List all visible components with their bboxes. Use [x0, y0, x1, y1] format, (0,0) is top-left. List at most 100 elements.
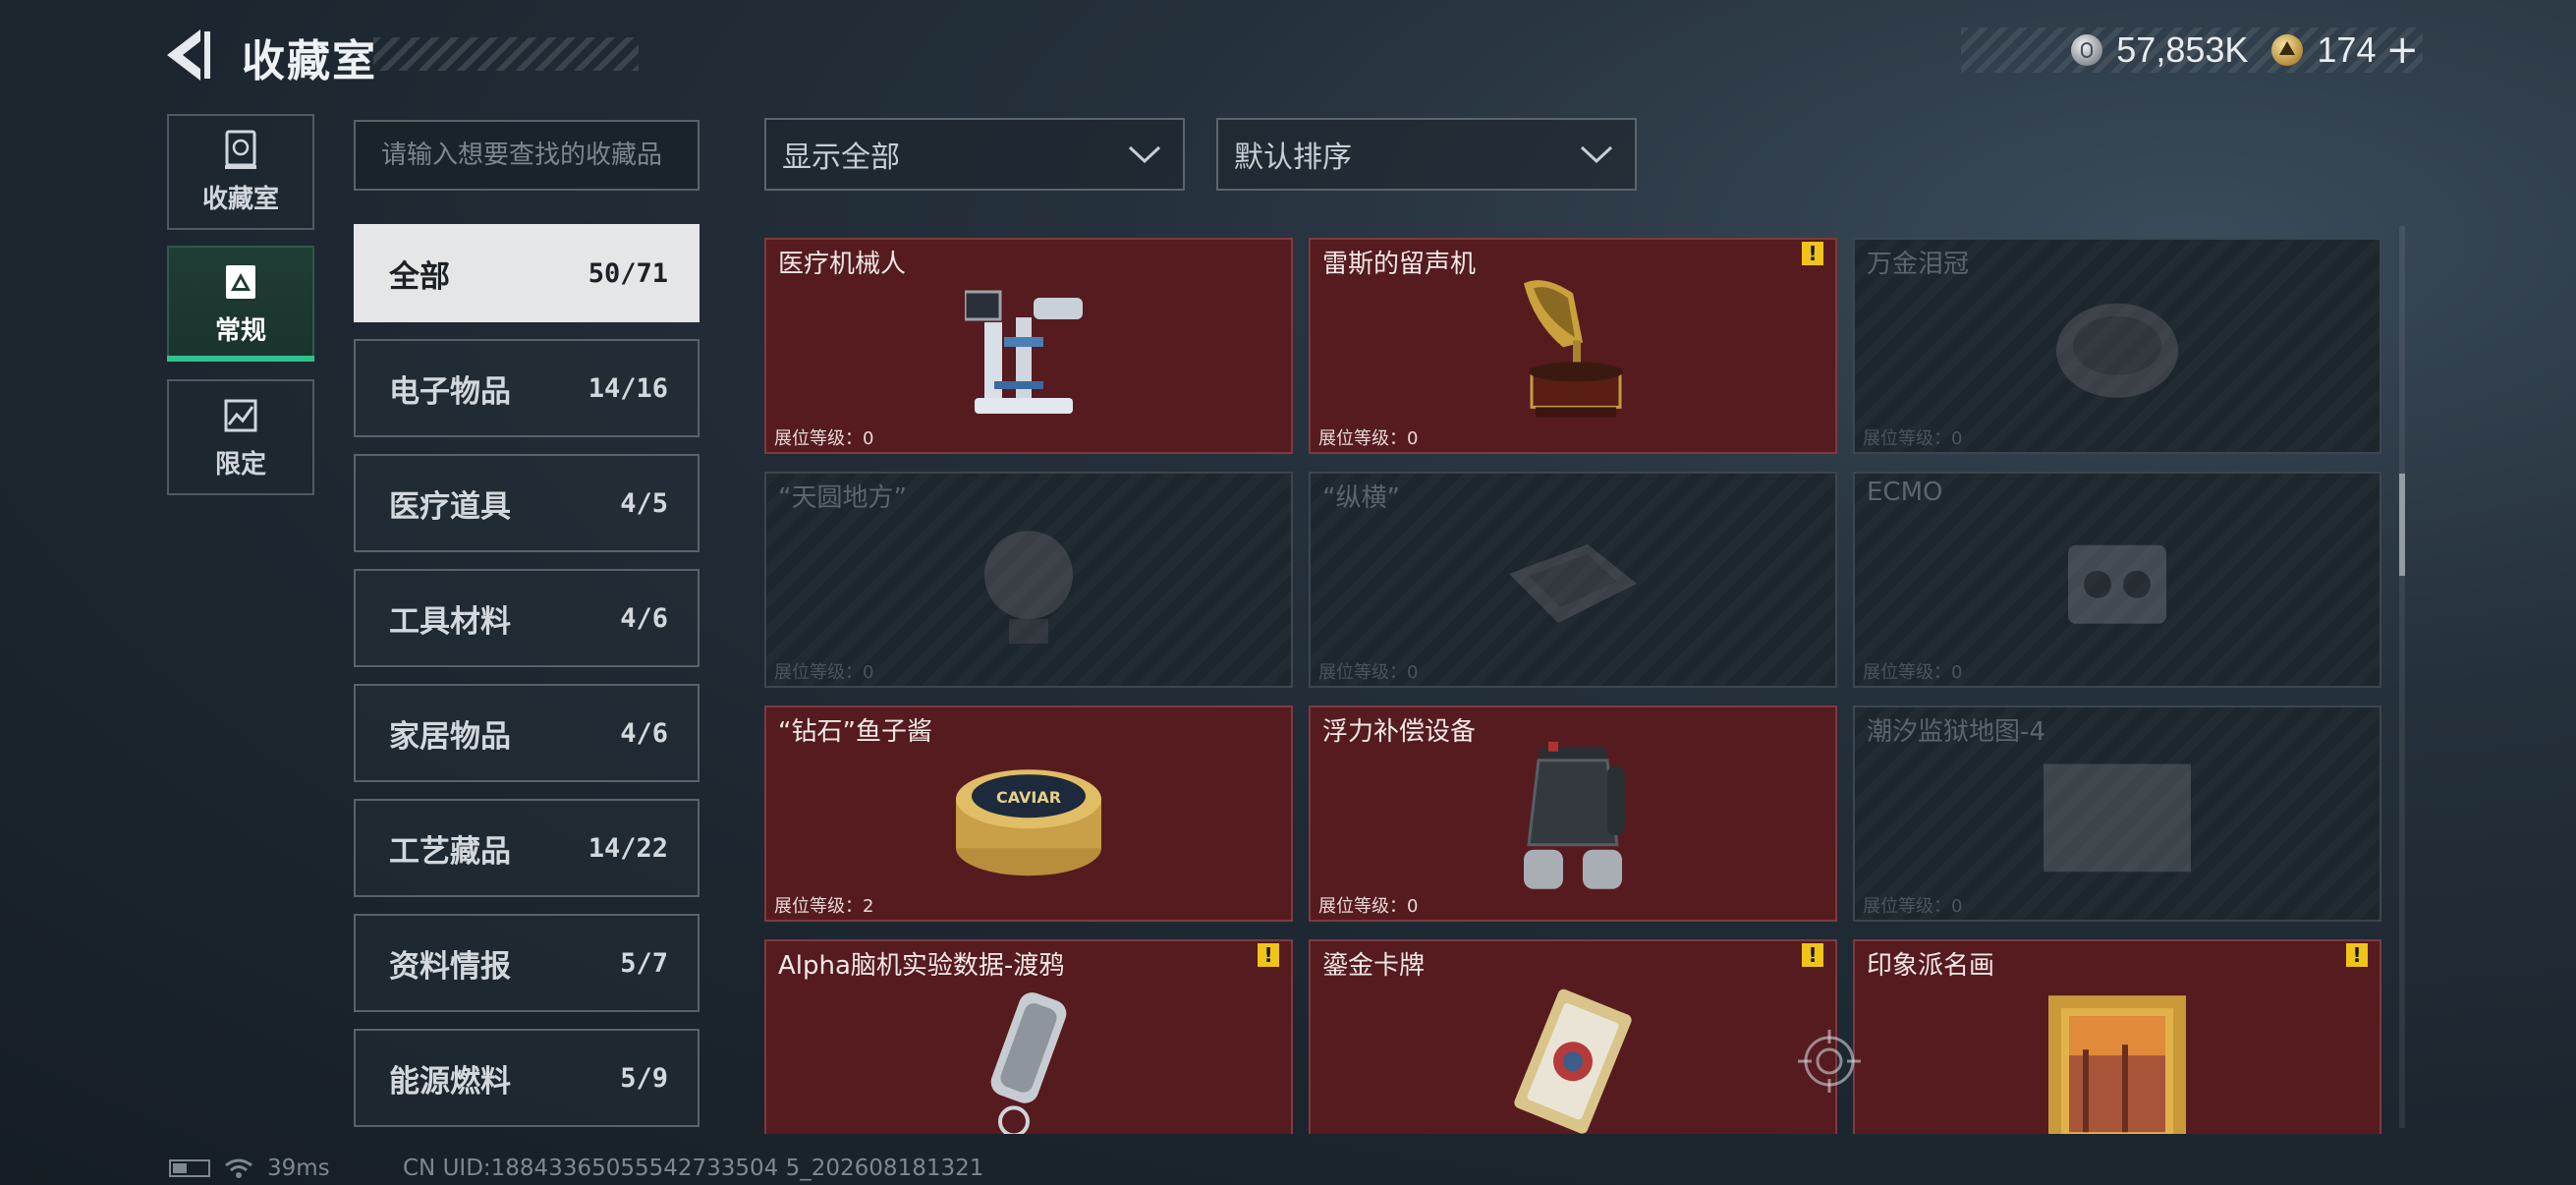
display-level: 展位等级：0 [774, 428, 874, 449]
collectible-card[interactable]: 万金泪冠 展位等级：0 [1853, 238, 2381, 454]
display-level: 展位等级：0 [1863, 662, 1963, 683]
medical-robot-icon [965, 290, 1083, 414]
filter-dropdown[interactable]: 显示全部 [764, 118, 1185, 191]
crosshair-icon[interactable] [1798, 1030, 1861, 1093]
user-uid: CN UID:18843365055542733504 5_2026081813… [403, 1156, 984, 1181]
search-field[interactable] [354, 120, 700, 191]
collectible-card[interactable]: Alpha脑机实验数据-渡鸦 ! [764, 939, 1293, 1134]
painting-icon [2048, 995, 2186, 1134]
card-name: 雷斯的留声机 [1322, 250, 1477, 279]
rail-item-regular[interactable]: 常规 [167, 246, 314, 362]
caviar-tin-icon: CAVIAR [956, 769, 1101, 876]
subcategory-count: 5/7 [620, 947, 668, 979]
chessboard-icon [1509, 544, 1637, 623]
sort-dropdown[interactable]: 默认排序 [1216, 118, 1637, 191]
globe-icon [984, 531, 1073, 645]
collectible-card[interactable]: 印象派名画 ! [1853, 939, 2381, 1134]
add-currency-button[interactable]: + [2385, 28, 2419, 73]
display-level: 展位等级：0 [774, 662, 874, 683]
collectible-card[interactable]: “天圆地方” 展位等级：0 [764, 472, 1293, 688]
subcategory-crafts[interactable]: 工艺藏品 14/22 [354, 799, 700, 897]
card-name: “钻石”鱼子酱 [778, 717, 932, 747]
display-level: 展位等级：2 [774, 896, 874, 917]
display-level: 展位等级：0 [1863, 896, 1963, 917]
card-name: 浮力补偿设备 [1322, 717, 1477, 747]
chevron-down-icon [1128, 145, 1161, 164]
subcategory-count: 5/9 [620, 1062, 668, 1094]
scrollbar-track[interactable] [2399, 226, 2405, 1128]
back-arrow-icon[interactable] [165, 28, 216, 83]
silver-currency-value: 57,853K [2116, 29, 2249, 70]
collectibles-grid: 医疗机械人 展位等级：0 雷斯的留声机 ! 展位等级：0 万金泪冠 展位等级：0… [764, 238, 2381, 1134]
buoyancy-device-icon [1524, 741, 1625, 889]
chevron-down-icon [1580, 145, 1613, 164]
status-footer: 39ms [169, 1156, 330, 1181]
subcategory-count: 14/22 [588, 832, 668, 864]
subcategory-label: 家居物品 [389, 718, 511, 755]
subcategory-count: 4/6 [620, 602, 668, 634]
subcategory-tools[interactable]: 工具材料 4/6 [354, 569, 700, 667]
display-level: 展位等级：0 [1318, 896, 1419, 917]
active-indicator [167, 356, 314, 362]
display-level: 展位等级：0 [1863, 428, 1963, 449]
search-input[interactable] [379, 140, 698, 171]
crown-icon [2056, 303, 2178, 398]
collectible-card[interactable]: 鎏金卡牌 ! [1309, 939, 1837, 1134]
subcategory-count: 14/16 [588, 372, 668, 404]
data-stick-icon [990, 992, 1067, 1134]
card-name: 鎏金卡牌 [1322, 951, 1426, 981]
battery-icon [169, 1159, 210, 1177]
card-name: 万金泪冠 [1867, 250, 1970, 279]
subcategory-label: 能源燃料 [389, 1063, 511, 1100]
gramophone-icon [1524, 280, 1623, 418]
subcategory-count: 50/71 [588, 257, 668, 289]
collectible-card[interactable]: 浮力补偿设备 展位等级：0 [1309, 705, 1837, 922]
display-icon [226, 264, 255, 299]
map-icon [2044, 763, 2191, 873]
display-level: 展位等级：0 [1318, 662, 1419, 683]
subcategory-label: 医疗道具 [389, 488, 511, 525]
ecmo-icon [2068, 544, 2166, 624]
subcategory-medical[interactable]: 医疗道具 4/5 [354, 454, 700, 552]
collectible-card[interactable]: 潮汐监狱地图-4 展位等级：0 [1853, 705, 2381, 922]
card-name: 潮汐监狱地图-4 [1867, 717, 2045, 747]
card-name: “天圆地方” [778, 483, 907, 513]
card-name: 医疗机械人 [778, 250, 907, 279]
vault-icon [225, 130, 256, 169]
scrollbar-thumb[interactable] [2399, 474, 2405, 576]
rail-item-label: 收藏室 [201, 184, 279, 214]
subcategory-label: 工具材料 [389, 603, 511, 640]
subcategory-intel[interactable]: 资料情报 5/7 [354, 914, 700, 1012]
display-level: 展位等级：0 [1318, 428, 1419, 449]
gold-currency-value: 174 [2317, 29, 2377, 70]
card-name: 印象派名画 [1867, 951, 1995, 981]
card-name: “纵横” [1322, 483, 1400, 513]
warning-badge-icon: ! [1802, 242, 1823, 265]
card-name: ECMO [1867, 478, 1943, 507]
subcategory-household[interactable]: 家居物品 4/6 [354, 684, 700, 782]
page-title: 收藏室 [242, 36, 377, 86]
warning-badge-icon: ! [1802, 943, 1823, 967]
subcategory-label: 电子物品 [389, 373, 511, 410]
sort-dropdown-label: 默认排序 [1234, 141, 1352, 175]
collectible-card[interactable]: “纵横” 展位等级：0 [1309, 472, 1837, 688]
collectible-card[interactable]: “钻石”鱼子酱 CAVIAR 展位等级：2 [764, 705, 1293, 922]
ping-value: 39ms [267, 1156, 330, 1181]
subcategory-fuel[interactable]: 能源燃料 5/9 [354, 1029, 700, 1127]
wifi-icon [225, 1158, 252, 1178]
gold-coin-icon [2271, 34, 2304, 66]
currency-bar: 57,853K 174 + [1961, 28, 2423, 73]
subcategory-all[interactable]: 全部 50/71 [354, 224, 700, 322]
subcategory-label: 全部 [389, 258, 450, 295]
silver-coin-icon [2071, 34, 2103, 66]
caviar-label: CAVIAR [996, 788, 1061, 807]
rail-item-limited[interactable]: 限定 [167, 379, 314, 495]
collectible-card[interactable]: 医疗机械人 展位等级：0 [764, 238, 1293, 454]
map-icon [224, 399, 257, 431]
subcategory-electronics[interactable]: 电子物品 14/16 [354, 339, 700, 437]
rail-item-collection-room[interactable]: 收藏室 [167, 114, 314, 230]
collectible-card[interactable]: ECMO 展位等级：0 [1853, 472, 2381, 688]
rail-item-label: 限定 [214, 449, 266, 480]
collectible-card[interactable]: 雷斯的留声机 ! 展位等级：0 [1309, 238, 1837, 454]
subcategory-label: 工艺藏品 [389, 833, 511, 870]
